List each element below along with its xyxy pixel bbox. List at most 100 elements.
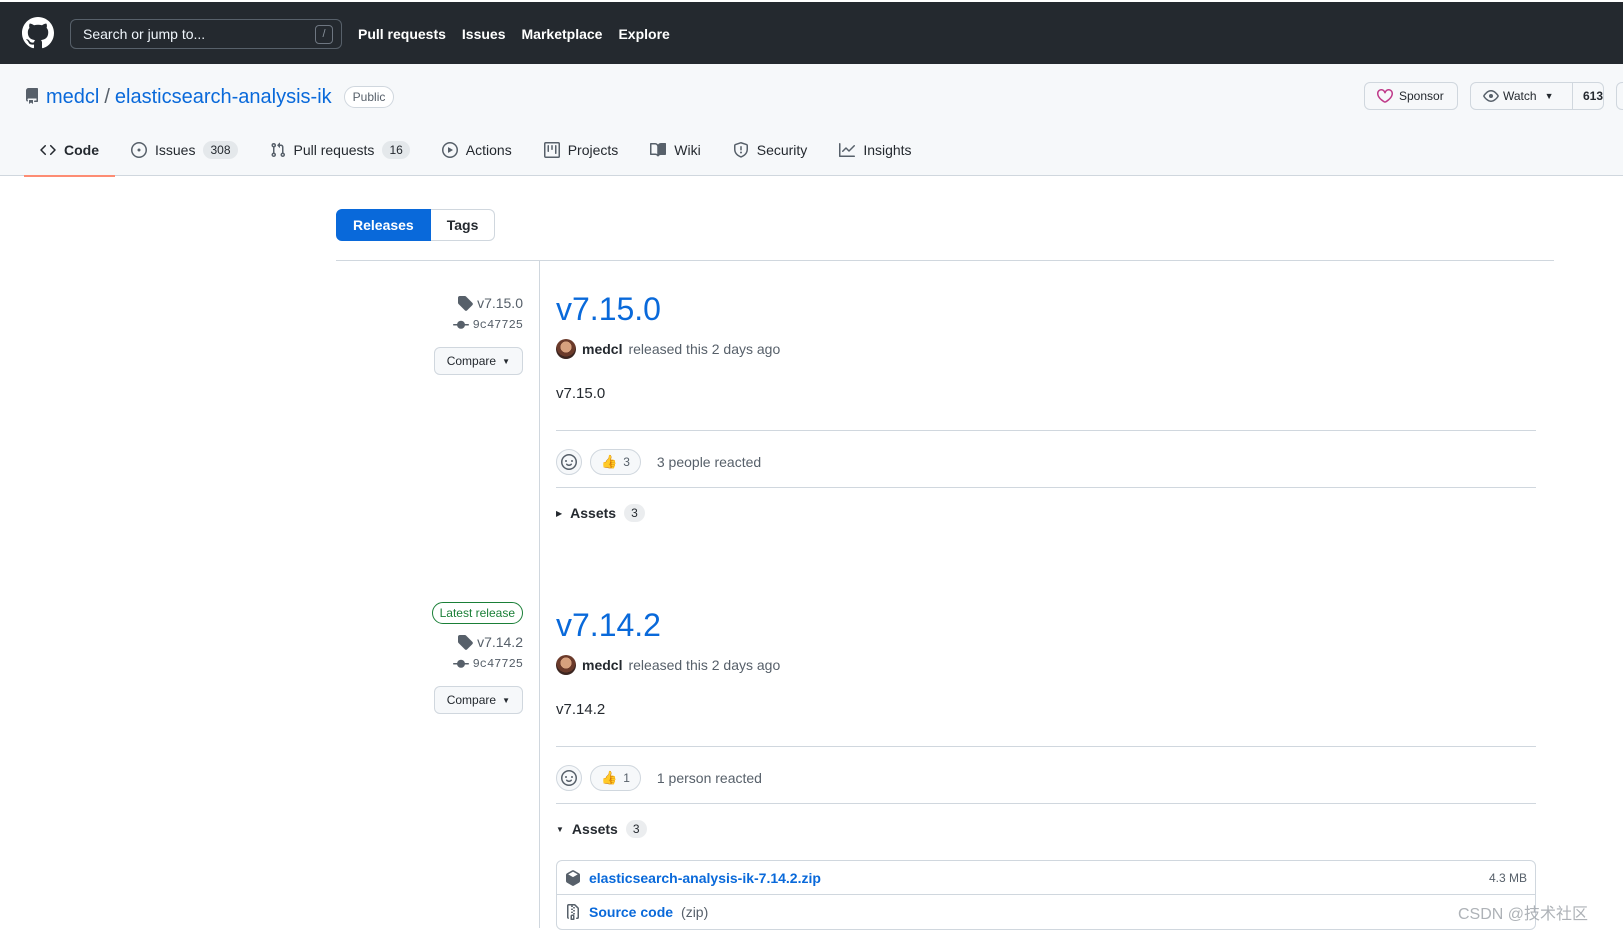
- file-zip-icon: [567, 904, 579, 920]
- path-separator: /: [104, 86, 110, 108]
- add-reaction-button[interactable]: [556, 449, 582, 475]
- tab-label: Projects: [567, 141, 619, 158]
- tag-icon: [458, 635, 473, 650]
- asset-link[interactable]: Source code: [589, 904, 673, 920]
- thumbs-up-reaction[interactable]: 👍 1: [590, 765, 641, 791]
- tab-label: Pull requests: [293, 141, 375, 158]
- caret-right-icon: ▶: [556, 508, 563, 518]
- shield-icon: [733, 141, 748, 158]
- divider: [556, 430, 1536, 431]
- assets-list: elasticsearch-analysis-ik-7.14.2.zip 4.3…: [556, 860, 1536, 930]
- repo-name-link[interactable]: elasticsearch-analysis-ik: [115, 82, 332, 112]
- asset-format: (zip): [681, 904, 709, 920]
- global-header: Search or jump to... / Pull requests Iss…: [0, 0, 1623, 64]
- tab-wiki[interactable]: Wiki: [634, 123, 716, 176]
- release-card: v7.14.2 medcl released this 2 days ago v…: [556, 605, 1536, 930]
- eye-icon: [1483, 90, 1499, 102]
- repo-header: medcl / elasticsearch-analysis-ik Public…: [0, 64, 1623, 177]
- assets-label: Assets: [571, 821, 618, 837]
- book-icon: [650, 142, 667, 156]
- releases-tags-switch: Releases Tags: [336, 209, 496, 241]
- assets-counter: 3: [625, 820, 647, 838]
- tab-issues[interactable]: Issues 308: [115, 123, 254, 176]
- thumbs-up-reaction[interactable]: 👍 3: [590, 449, 641, 475]
- sponsor-label: Sponsor: [1399, 89, 1444, 103]
- nav-marketplace[interactable]: Marketplace: [522, 24, 603, 44]
- tab-actions[interactable]: Actions: [426, 123, 528, 176]
- tab-label: Wiki: [674, 141, 701, 158]
- commit-icon: [452, 659, 469, 668]
- watch-button[interactable]: Watch ▼ 613: [1470, 82, 1604, 110]
- tab-label: Issues: [155, 141, 196, 158]
- release-commit[interactable]: 9c47725: [432, 656, 523, 672]
- compare-button[interactable]: Compare ▼: [433, 686, 523, 714]
- assets-toggle[interactable]: ▼ Assets 3: [556, 820, 647, 838]
- tags-tab[interactable]: Tags: [430, 209, 496, 241]
- release-time: released this 2 days ago: [628, 657, 781, 673]
- search-placeholder: Search or jump to...: [83, 26, 206, 42]
- smiley-icon: [561, 454, 577, 470]
- release-meta: medcl released this 2 days ago: [556, 339, 1536, 359]
- nav-explore[interactable]: Explore: [618, 24, 669, 44]
- github-logo-icon[interactable]: [22, 17, 54, 49]
- release-title[interactable]: v7.14.2: [556, 605, 1536, 645]
- nav-issues[interactable]: Issues: [462, 24, 506, 44]
- asset-link[interactable]: elasticsearch-analysis-ik-7.14.2.zip: [589, 870, 821, 886]
- release-tag[interactable]: v7.14.2: [432, 634, 523, 650]
- watermark: CSDN @技术社区: [1458, 906, 1589, 923]
- timeline-line: [539, 260, 540, 928]
- tab-pull-requests[interactable]: Pull requests 16: [254, 123, 426, 176]
- tab-projects[interactable]: Projects: [528, 123, 635, 176]
- releases-tab[interactable]: Releases: [336, 209, 431, 241]
- pull-requests-counter: 16: [382, 140, 410, 159]
- assets-label: Assets: [570, 505, 617, 521]
- caret-down-icon: ▼: [1544, 91, 1554, 101]
- avatar[interactable]: [556, 339, 576, 359]
- release-title[interactable]: v7.15.0: [556, 289, 1536, 329]
- release-sidebar: Latest release v7.14.2 9c47725 Compare ▼: [431, 602, 523, 714]
- graph-icon: [839, 142, 856, 157]
- release-author[interactable]: medcl: [582, 657, 622, 673]
- tab-code[interactable]: Code: [24, 123, 115, 177]
- release-time: released this 2 days ago: [628, 341, 781, 357]
- asset-item[interactable]: Source code (zip): [557, 895, 1535, 929]
- reaction-summary: 3 people reacted: [656, 454, 762, 470]
- search-shortcut-key: /: [315, 25, 333, 44]
- avatar[interactable]: [556, 655, 576, 675]
- repo-owner-link[interactable]: medcl: [46, 82, 99, 112]
- tab-insights[interactable]: Insights: [823, 123, 927, 176]
- compare-label: Compare: [446, 693, 497, 707]
- assets-counter: 3: [624, 504, 645, 522]
- tag-icon: [458, 296, 473, 311]
- tab-security[interactable]: Security: [717, 123, 824, 176]
- watch-count[interactable]: 613: [1571, 83, 1603, 109]
- release-meta: medcl released this 2 days ago: [556, 655, 1536, 675]
- compare-button[interactable]: Compare ▼: [433, 347, 523, 375]
- fork-button[interactable]: [1616, 82, 1623, 110]
- watch-label: Watch: [1503, 89, 1537, 103]
- sponsor-button[interactable]: Sponsor: [1364, 82, 1458, 110]
- release-card: v7.15.0 medcl released this 2 days ago v…: [556, 289, 1536, 539]
- release-author[interactable]: medcl: [582, 341, 622, 357]
- release-commit[interactable]: 9c47725: [434, 317, 523, 333]
- release-tag-label: v7.15.0: [477, 295, 523, 311]
- asset-item[interactable]: elasticsearch-analysis-ik-7.14.2.zip 4.3…: [557, 861, 1535, 895]
- repo-title: medcl / elasticsearch-analysis-ik Public: [46, 82, 395, 112]
- nav-pull-requests[interactable]: Pull requests: [358, 24, 446, 44]
- heart-icon: [1377, 89, 1393, 103]
- tab-label: Insights: [863, 141, 912, 158]
- add-reaction-button[interactable]: [556, 765, 582, 791]
- assets-toggle[interactable]: ▶ Assets 3: [556, 504, 645, 522]
- play-icon: [441, 141, 458, 158]
- compare-label: Compare: [446, 354, 497, 368]
- repo-icon: [25, 88, 38, 104]
- latest-release-badge: Latest release: [431, 602, 523, 624]
- package-icon: [566, 869, 580, 886]
- release-tag[interactable]: v7.15.0: [434, 295, 523, 311]
- search-input[interactable]: Search or jump to... /: [70, 19, 342, 49]
- thumbs-up-icon: 👍: [601, 454, 618, 469]
- tab-label: Security: [756, 141, 808, 158]
- divider: [556, 746, 1536, 747]
- thumbs-up-count: 1: [623, 771, 630, 785]
- release-body: v7.14.2: [556, 701, 606, 718]
